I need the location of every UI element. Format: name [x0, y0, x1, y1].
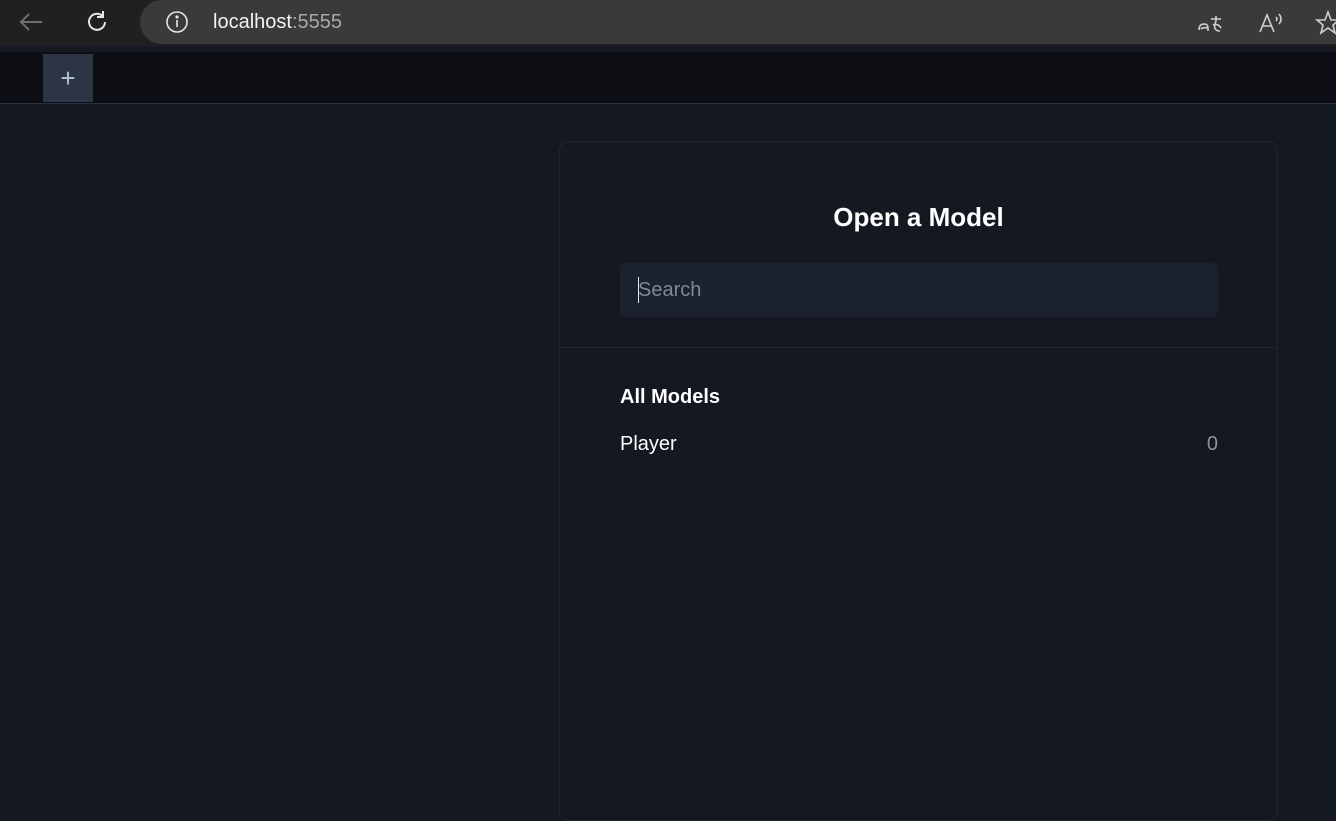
panel-header: Open a Model — [560, 142, 1277, 348]
model-item-player[interactable]: Player 0 — [620, 426, 1218, 462]
tab-bar: + — [0, 52, 1336, 104]
reload-icon[interactable] — [79, 4, 115, 40]
new-tab-button[interactable]: + — [43, 54, 93, 102]
info-icon[interactable] — [165, 10, 189, 34]
address-bar[interactable]: localhost:5555 — [140, 0, 1336, 44]
text-caret — [638, 277, 639, 303]
panel-title: Open a Model — [833, 202, 1004, 232]
url-host: localhost — [213, 11, 292, 33]
open-model-panel: Open a Model All Models Player 0 — [559, 141, 1278, 821]
back-arrow-icon[interactable] — [13, 4, 49, 40]
url-port: :5555 — [291, 11, 342, 33]
search-input[interactable] — [620, 263, 1218, 317]
browser-toolbar: localhost:5555 — [0, 0, 1336, 46]
all-models-heading: All Models — [620, 386, 721, 408]
model-count: 0 — [1206, 432, 1218, 455]
read-aloud-icon[interactable] — [1256, 8, 1286, 38]
url-text[interactable]: localhost:5555 — [213, 11, 342, 34]
translate-icon[interactable] — [1195, 8, 1225, 38]
favorite-star-icon[interactable] — [1313, 8, 1336, 38]
main-area: Open a Model All Models Player 0 — [0, 105, 1336, 821]
model-name: Player — [620, 432, 677, 455]
